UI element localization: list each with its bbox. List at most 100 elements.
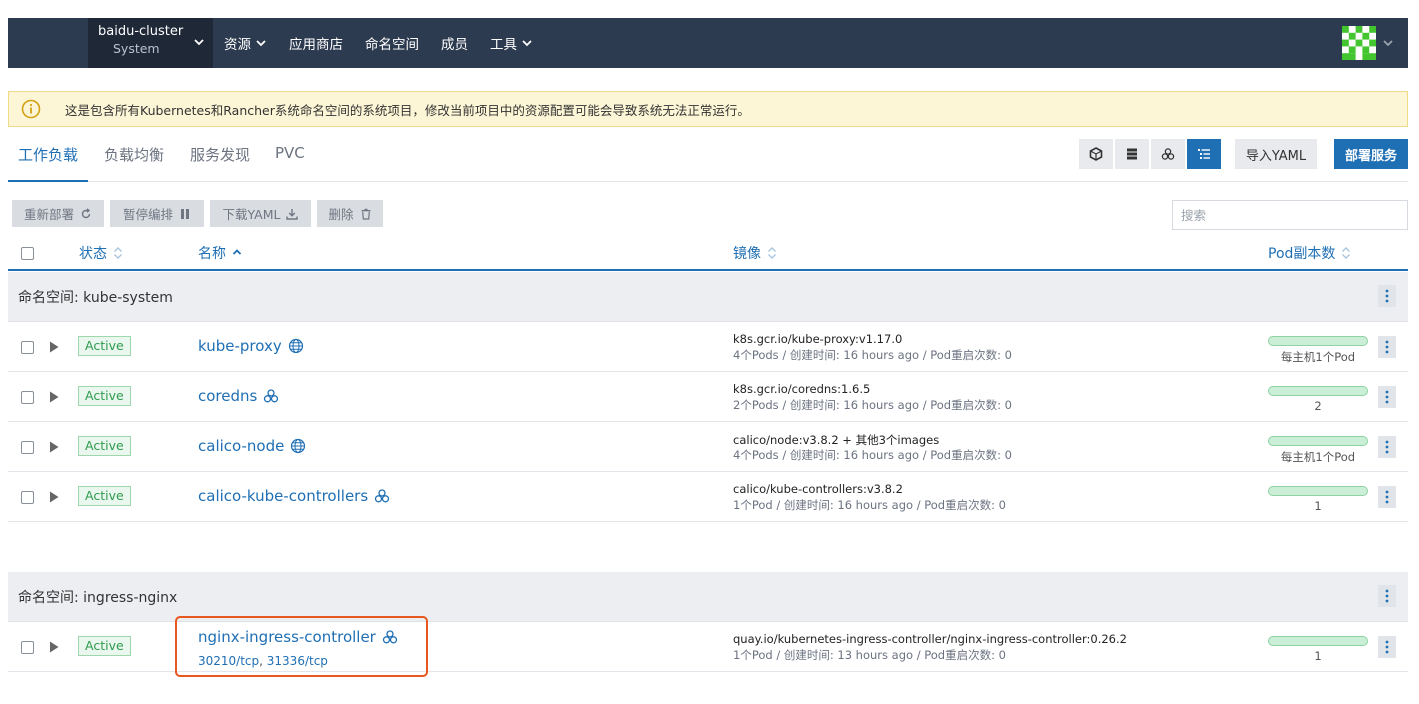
download-icon [286, 208, 299, 220]
search-input[interactable] [1172, 200, 1408, 230]
sort-icon [1342, 247, 1351, 259]
port-link[interactable]: 31336/tcp [267, 654, 328, 668]
globe-icon [291, 438, 306, 454]
pod-status-bar [1268, 336, 1368, 346]
workload-ports: 30210/tcp, 31336/tcp [198, 654, 328, 668]
kebab-icon [1385, 589, 1389, 603]
pause-orchestration-button[interactable]: 暂停编排 [110, 200, 204, 227]
workload-meta: 1个Pod / 创建时间: 13 hours ago / Pod重启次数: 0 [733, 648, 1006, 662]
main-nav: 资源 应用商店 命名空间 成员 工具 [224, 18, 555, 68]
column-header-image[interactable]: 镜像 [733, 243, 777, 263]
column-header-pod-replicas[interactable]: Pod副本数 [1268, 243, 1351, 263]
workload-name-link[interactable]: coredns [198, 387, 279, 405]
row-menu-button[interactable] [1378, 486, 1396, 508]
pod-status-bar [1268, 486, 1368, 496]
namespace-group-kube-system: 命名空间: kube-system [8, 272, 1408, 322]
row-menu-button[interactable] [1378, 336, 1396, 358]
table-row: Active nginx-ingress-controller 30210/tc… [8, 622, 1408, 672]
row-menu-button[interactable] [1378, 636, 1396, 658]
workload-meta: 4个Pods / 创建时间: 16 hours ago / Pod重启次数: 0 [733, 348, 1012, 362]
namespace-menu-button[interactable] [1378, 585, 1396, 607]
deploy-service-button[interactable]: 部署服务 [1334, 139, 1408, 169]
delete-button[interactable]: 删除 [317, 200, 383, 227]
expand-caret-icon[interactable] [48, 640, 60, 654]
pause-icon [181, 208, 189, 219]
redeploy-button[interactable]: 重新部署 [12, 200, 104, 227]
expand-caret-icon[interactable] [48, 390, 60, 404]
pod-replica-count: 1 [1314, 499, 1322, 513]
select-all-checkbox[interactable] [21, 247, 34, 260]
import-yaml-button[interactable]: 导入YAML [1235, 139, 1317, 169]
tab-pvc[interactable]: PVC [265, 138, 315, 182]
workload-image: k8s.gcr.io/coredns:1.6.5 [733, 382, 871, 396]
row-menu-button[interactable] [1378, 386, 1396, 408]
namespace-menu-button[interactable] [1378, 285, 1396, 307]
workload-name-link[interactable]: kube-proxy [198, 337, 304, 355]
cluster-icon [264, 389, 279, 403]
nav-members[interactable]: 成员 [441, 33, 468, 53]
table-row: Active kube-proxy k8s.gcr.io/kube-proxy:… [8, 322, 1408, 372]
view-node-button[interactable] [1079, 139, 1113, 169]
status-badge: Active [78, 486, 131, 506]
table-header: 状态 名称 镜像 Pod副本数 [8, 237, 1408, 271]
nav-app-store[interactable]: 应用商店 [289, 33, 343, 53]
sort-ascending-icon [232, 249, 242, 255]
workload-image: calico/kube-controllers:v3.8.2 [733, 482, 903, 496]
sort-icon [768, 247, 776, 259]
view-list-button[interactable] [1115, 139, 1149, 169]
expand-caret-icon[interactable] [48, 340, 60, 354]
top-navigation-bar: baidu-cluster System 资源 应用商店 命名空间 成员 工具 [8, 18, 1408, 68]
cluster-icon [382, 630, 398, 644]
status-badge: Active [78, 436, 131, 456]
workload-name-link[interactable]: calico-node [198, 437, 306, 455]
workload-meta: 4个Pods / 创建时间: 16 hours ago / Pod重启次数: 0 [733, 448, 1012, 462]
server-icon [1127, 148, 1137, 160]
kebab-icon [1385, 640, 1389, 654]
download-yaml-button[interactable]: 下载YAML [210, 200, 311, 227]
pod-replica-count: 每主机1个Pod [1280, 350, 1356, 364]
cluster-icon [375, 489, 390, 503]
nav-resources[interactable]: 资源 [224, 33, 267, 53]
view-service-button[interactable] [1151, 139, 1185, 169]
cluster-icon [1161, 148, 1175, 160]
chevron-down-icon [256, 40, 266, 47]
column-header-name[interactable]: 名称 [198, 243, 242, 263]
view-namespace-button[interactable] [1187, 139, 1221, 169]
nav-namespaces[interactable]: 命名空间 [365, 33, 419, 53]
row-menu-button[interactable] [1378, 436, 1396, 458]
tab-load-balancing[interactable]: 负载均衡 [94, 138, 174, 182]
refresh-icon [81, 207, 91, 218]
tab-service-discovery[interactable]: 服务发现 [180, 138, 260, 182]
row-checkbox[interactable] [21, 491, 34, 504]
expand-caret-icon[interactable] [48, 490, 60, 504]
row-checkbox[interactable] [21, 641, 34, 654]
workload-name-link[interactable]: nginx-ingress-controller [198, 628, 398, 646]
table-row: Active calico-node calico/node:v3.8.2 + … [8, 422, 1408, 472]
nav-tools[interactable]: 工具 [490, 33, 533, 53]
system-project-warning-banner: 这是包含所有Kubernetes和Rancher系统命名空间的系统项目，修改当前… [8, 91, 1408, 127]
namespace-label: 命名空间: ingress-nginx [18, 590, 178, 606]
workload-name-link[interactable]: calico-kube-controllers [198, 487, 390, 505]
table-row: Active calico-kube-controllers calico/ku… [8, 472, 1408, 522]
cluster-project-switcher[interactable]: baidu-cluster System [88, 18, 213, 68]
list-icon [1198, 149, 1210, 159]
workload-image: quay.io/kubernetes-ingress-controller/ng… [733, 632, 1127, 646]
table-row: Active coredns k8s.gcr.io/coredns:1.6.5 … [8, 372, 1408, 422]
port-link[interactable]: 30210/tcp [198, 654, 259, 668]
namespace-group-ingress-nginx: 命名空间: ingress-nginx [8, 572, 1408, 622]
row-checkbox[interactable] [21, 391, 34, 404]
pod-status-bar [1268, 436, 1368, 446]
user-menu[interactable] [1342, 26, 1394, 60]
column-header-state[interactable]: 状态 [79, 243, 123, 263]
kebab-icon [1385, 289, 1389, 303]
tab-workloads[interactable]: 工作负载 [8, 138, 89, 182]
row-checkbox[interactable] [21, 441, 34, 454]
status-badge: Active [78, 636, 131, 656]
kebab-icon [1385, 340, 1389, 354]
pod-replica-count: 2 [1314, 399, 1322, 413]
kebab-icon [1385, 390, 1389, 404]
pod-replica-count: 1 [1314, 649, 1322, 663]
expand-caret-icon[interactable] [48, 440, 60, 454]
row-checkbox[interactable] [21, 341, 34, 354]
status-badge: Active [78, 336, 131, 356]
